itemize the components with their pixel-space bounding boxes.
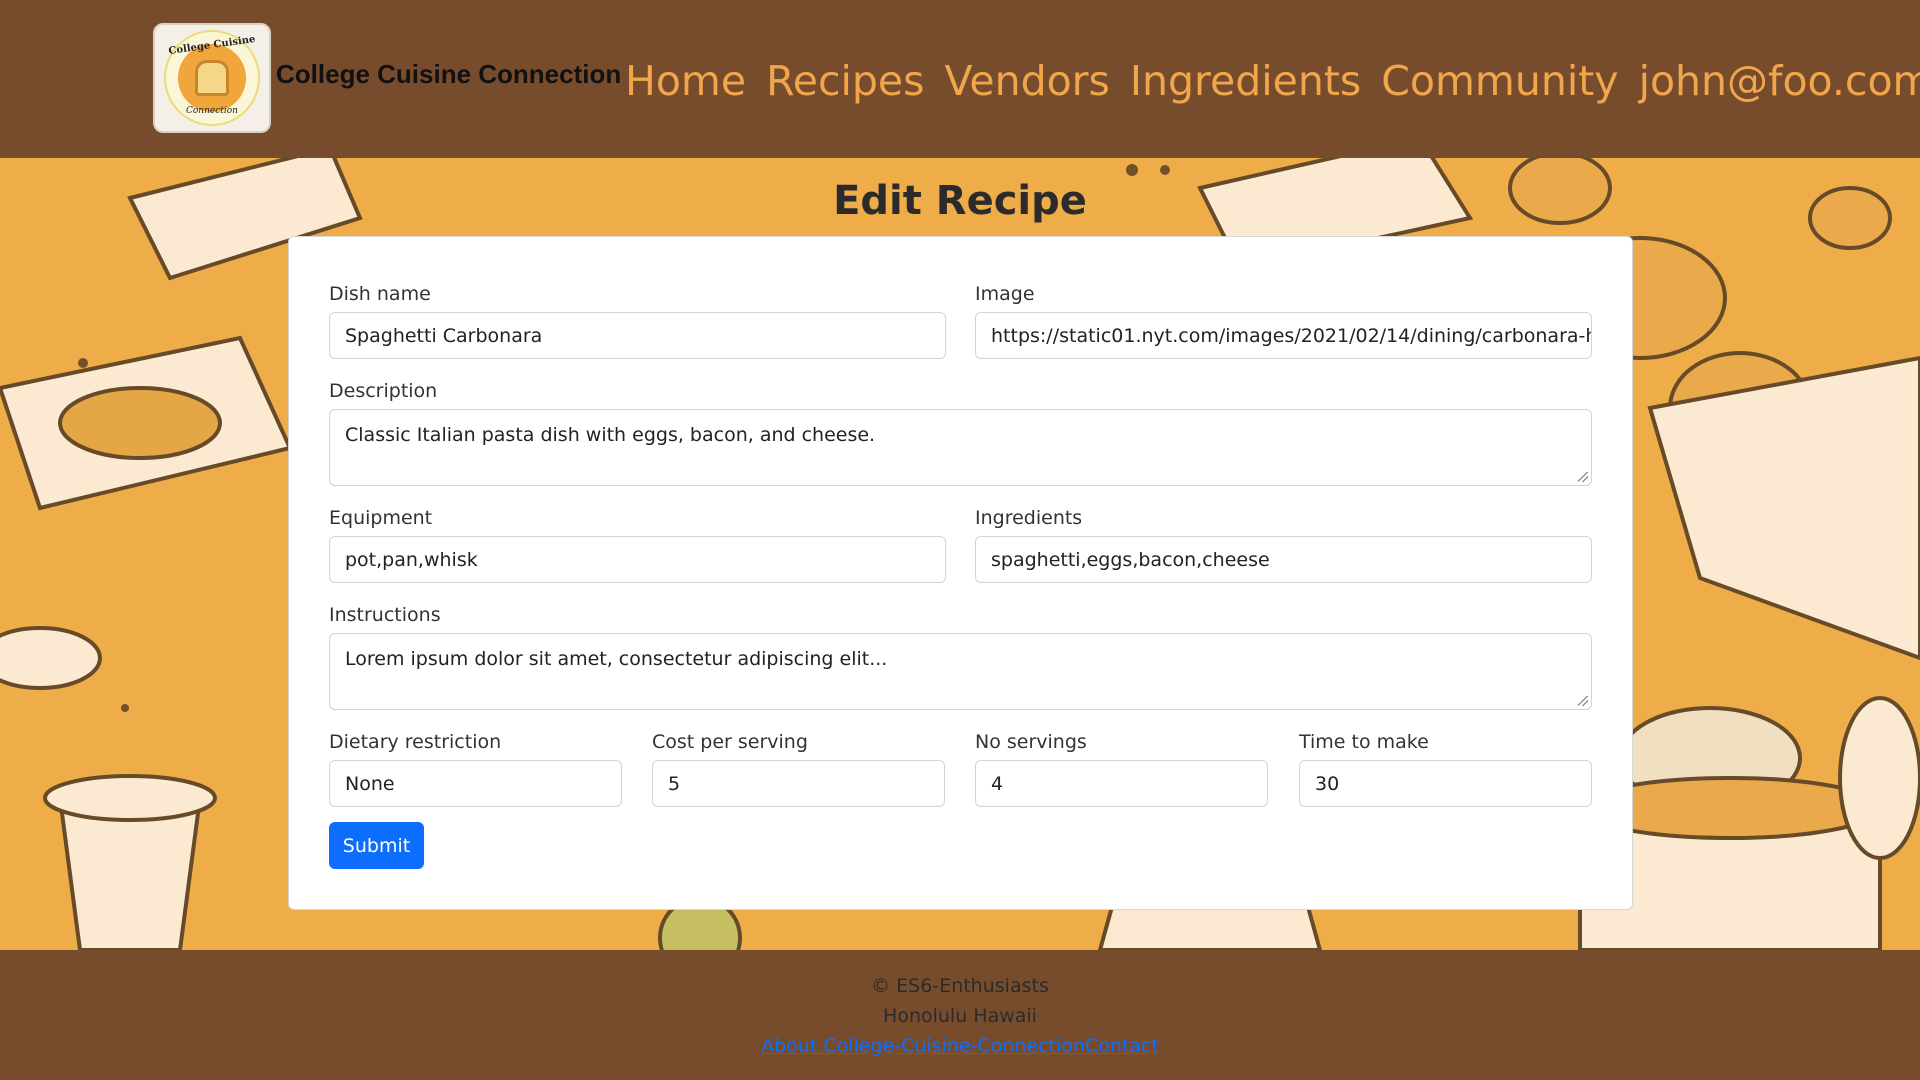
servings-input[interactable]: 4 (975, 760, 1268, 807)
dish-name-input[interactable]: Spaghetti Carbonara (329, 312, 946, 359)
description-text: Classic Italian pasta dish with eggs, ba… (345, 424, 876, 446)
dietary-field: Dietary restriction None (329, 731, 622, 807)
image-label: Image (975, 283, 1035, 305)
image-field: Image https://static01.nyt.com/images/20… (975, 283, 1592, 359)
footer: © ES6-Enthusiasts Honolulu Hawaii About … (0, 950, 1920, 1080)
toast-icon (195, 60, 229, 96)
ingredients-label: Ingredients (975, 507, 1083, 529)
dietary-label: Dietary restriction (329, 731, 502, 753)
description-field: Description Classic Italian pasta dish w… (329, 380, 1592, 486)
resize-handle-icon[interactable] (1578, 696, 1588, 706)
time-label: Time to make (1299, 731, 1429, 753)
footer-links: About College-Cuisine-ConnectionContact (0, 1031, 1920, 1061)
footer-location: Honolulu Hawaii (883, 1005, 1037, 1027)
logo[interactable]: College Cuisine Connection (153, 23, 271, 133)
logo-top-text: College Cuisine (167, 33, 257, 58)
footer-copyright: © ES6-Enthusiasts (871, 975, 1049, 997)
equipment-input[interactable]: pot,pan,whisk (329, 536, 946, 583)
nav-link-community[interactable]: Community (1381, 57, 1618, 105)
cost-input[interactable]: 5 (652, 760, 945, 807)
dietary-input[interactable]: None (329, 760, 622, 807)
resize-handle-icon[interactable] (1578, 472, 1588, 482)
equipment-label: Equipment (329, 507, 433, 529)
contact-link[interactable]: Contact (1085, 1035, 1159, 1057)
logo-bottom-text: Connection (186, 106, 238, 116)
logo-emblem: College Cuisine Connection (164, 30, 260, 126)
cost-label: Cost per serving (652, 731, 808, 753)
edit-recipe-form: Dish name Spaghetti Carbonara Image http… (288, 236, 1633, 910)
nav-link-ingredients[interactable]: Ingredients (1130, 57, 1361, 105)
cost-field: Cost per serving 5 (652, 731, 945, 807)
image-url-input[interactable]: https://static01.nyt.com/images/2021/02/… (975, 312, 1592, 359)
description-label: Description (329, 380, 438, 402)
about-link[interactable]: About College-Cuisine-Connection (761, 1035, 1085, 1057)
description-textarea[interactable]: Classic Italian pasta dish with eggs, ba… (329, 409, 1592, 486)
user-menu-dropdown[interactable]: john@foo.com (1639, 57, 1920, 105)
instructions-textarea[interactable]: Lorem ipsum dolor sit amet, consectetur … (329, 633, 1592, 710)
dish-name-label: Dish name (329, 283, 431, 305)
dish-name-field: Dish name Spaghetti Carbonara (329, 283, 946, 359)
equipment-field: Equipment pot,pan,whisk (329, 507, 946, 583)
nav-link-vendors[interactable]: Vendors (945, 57, 1110, 105)
brand-name[interactable]: College Cuisine Connection (276, 59, 621, 90)
nav-links: Home Recipes Vendors Ingredients Communi… (625, 52, 1920, 110)
nav-link-recipes[interactable]: Recipes (766, 57, 924, 105)
ingredients-field: Ingredients spaghetti,eggs,bacon,cheese (975, 507, 1592, 583)
time-field: Time to make 30 (1299, 731, 1592, 807)
servings-field: No servings 4 (975, 731, 1268, 807)
page-title: Edit Recipe (833, 178, 1087, 224)
user-email: john@foo.com (1638, 57, 1920, 105)
instructions-text: Lorem ipsum dolor sit amet, consectetur … (345, 648, 888, 670)
navbar: College Cuisine Connection College Cuisi… (0, 0, 1920, 158)
nav-link-home[interactable]: Home (625, 57, 746, 105)
ingredients-input[interactable]: spaghetti,eggs,bacon,cheese (975, 536, 1592, 583)
servings-label: No servings (975, 731, 1087, 753)
instructions-label: Instructions (329, 604, 441, 626)
time-input[interactable]: 30 (1299, 760, 1592, 807)
submit-button[interactable]: Submit (329, 822, 424, 869)
instructions-field: Instructions Lorem ipsum dolor sit amet,… (329, 604, 1592, 710)
